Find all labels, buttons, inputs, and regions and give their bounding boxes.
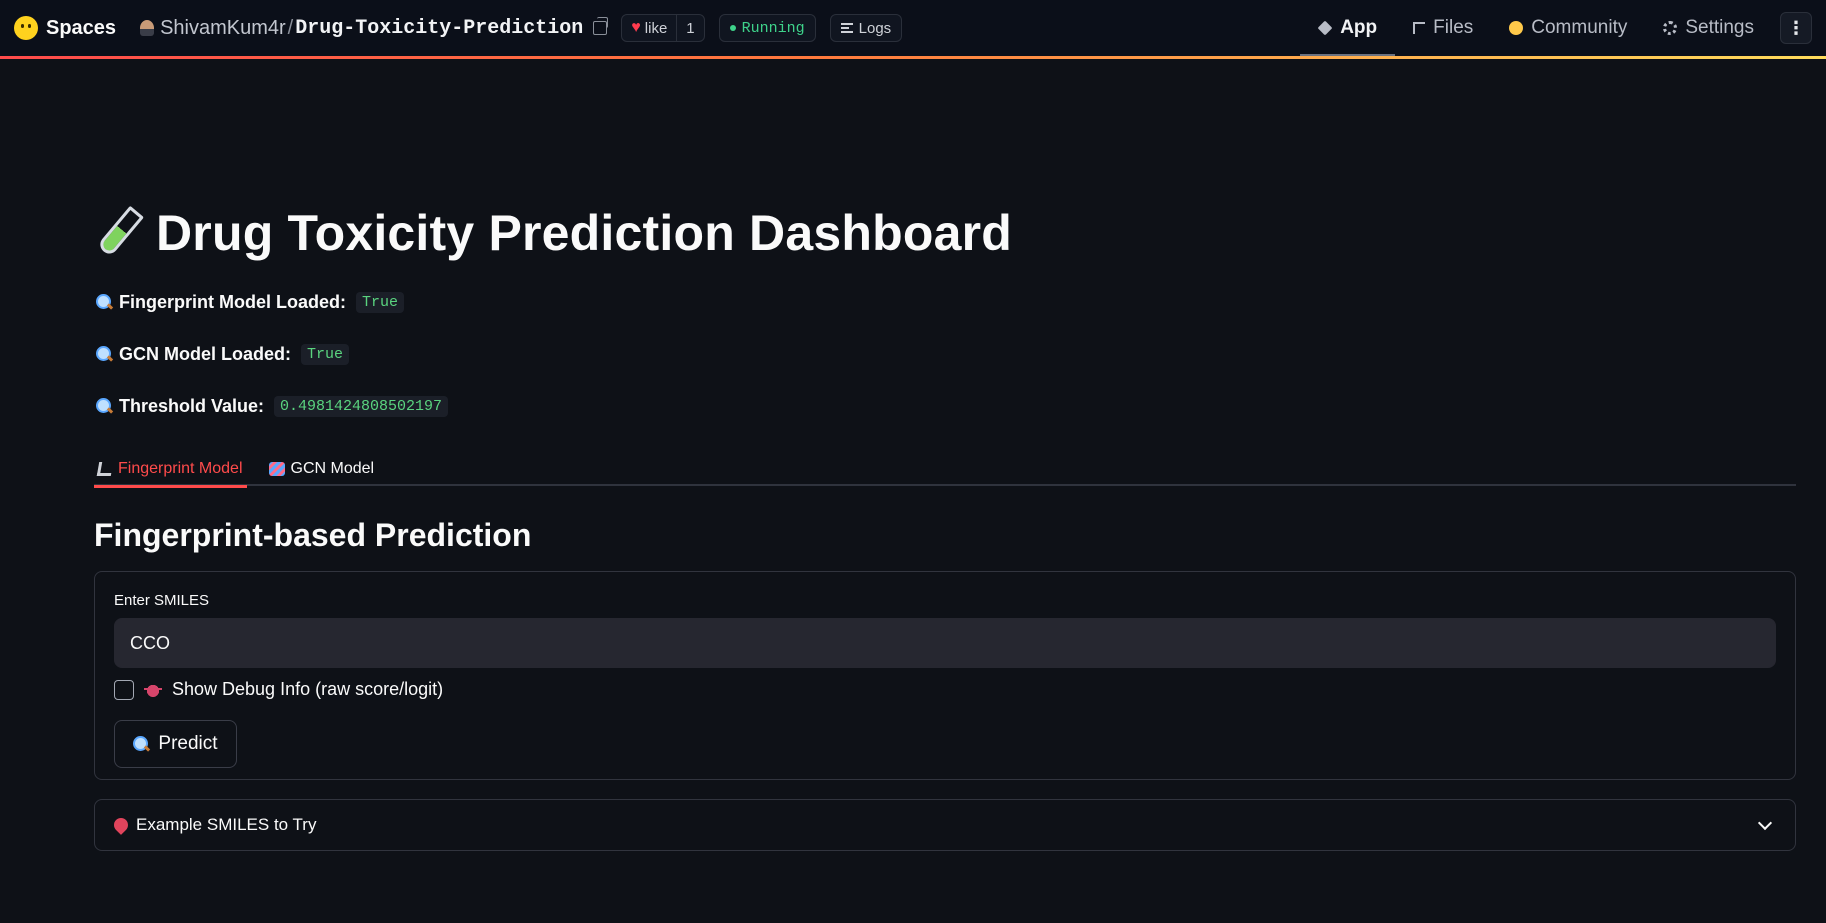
- cube-icon: [1317, 20, 1333, 36]
- section-title: Fingerprint-based Prediction: [94, 517, 532, 553]
- expander-label: Example SMILES to Try: [136, 815, 317, 834]
- status-label: Fingerprint Model Loaded:: [119, 292, 346, 312]
- tab-fingerprint-model[interactable]: Fingerprint Model: [94, 452, 247, 488]
- smiles-input[interactable]: [114, 618, 1776, 668]
- debug-checkbox-label: Show Debug Info (raw score/logit): [172, 679, 444, 699]
- files-icon: [1413, 22, 1426, 34]
- page-title-row: Drug Toxicity Prediction Dashboard: [96, 204, 1012, 262]
- status-label: GCN Model Loaded:: [119, 344, 291, 364]
- logs-button[interactable]: Logs: [829, 14, 903, 42]
- nav-files-label: Files: [1433, 17, 1474, 38]
- nav-app[interactable]: App: [1300, 0, 1396, 56]
- nav-settings-label: Settings: [1685, 17, 1754, 38]
- status-value: True: [356, 292, 405, 313]
- owner-avatar-icon: [140, 20, 155, 36]
- nav-app-label: App: [1340, 17, 1378, 38]
- status-value: 0.4981424808502197: [274, 396, 449, 417]
- nav-files[interactable]: Files: [1395, 0, 1491, 56]
- running-status-label: Running: [741, 19, 805, 37]
- predict-button[interactable]: Predict: [114, 720, 237, 768]
- magnifier-icon: [96, 398, 113, 415]
- model-tabs: Fingerprint Model GCN Model: [94, 452, 1796, 488]
- status-value: True: [301, 344, 350, 365]
- magnifier-icon: [133, 735, 150, 753]
- magnifier-icon: [96, 294, 113, 311]
- bug-icon: [144, 680, 162, 699]
- threshold-status: Threshold Value: 0.4981424808502197: [96, 396, 449, 417]
- like-widget: ♥ like 1: [621, 14, 705, 42]
- debug-checkbox[interactable]: [114, 679, 134, 700]
- test-tube-icon: [86, 199, 151, 266]
- running-status-badge[interactable]: Running: [718, 14, 816, 42]
- predict-button-label: Predict: [158, 733, 218, 754]
- heart-icon: ♥: [631, 19, 641, 36]
- microscope-icon: [96, 462, 114, 476]
- nav-settings[interactable]: Settings: [1645, 0, 1772, 56]
- community-icon: [1509, 21, 1524, 35]
- brand-label: Spaces: [46, 16, 117, 39]
- spaces-home-link[interactable]: Spaces: [14, 16, 116, 40]
- nav-community[interactable]: Community: [1491, 0, 1645, 56]
- gear-icon: [1663, 21, 1678, 35]
- repo-name-link[interactable]: Drug-Toxicity-Prediction: [295, 17, 583, 40]
- page-title: Drug Toxicity Prediction Dashboard: [156, 205, 1012, 261]
- magnifier-icon: [96, 346, 113, 363]
- debug-checkbox-row[interactable]: Show Debug Info (raw score/logit): [114, 679, 443, 700]
- nav-community-label: Community: [1531, 17, 1628, 38]
- like-count[interactable]: 1: [676, 15, 703, 41]
- like-label: like: [644, 19, 668, 37]
- status-dot-icon: [729, 25, 736, 31]
- repo-breadcrumb: ShivamKum4r / Drug-Toxicity-Prediction: [140, 16, 609, 40]
- spaces-header: Spaces ShivamKum4r / Drug-Toxicity-Predi…: [0, 0, 1826, 56]
- tab-gcn-model[interactable]: GCN Model: [265, 452, 379, 486]
- tab-label: Fingerprint Model: [118, 460, 243, 477]
- like-button[interactable]: ♥ like: [622, 19, 676, 37]
- repo-owner-link[interactable]: ShivamKum4r: [160, 17, 286, 40]
- hugging-face-logo-icon: [14, 16, 38, 40]
- repo-separator: /: [287, 16, 294, 39]
- chevron-down-icon: [1757, 815, 1773, 830]
- status-label: Threshold Value:: [119, 396, 265, 416]
- logs-label: Logs: [858, 19, 892, 37]
- example-smiles-expander[interactable]: Example SMILES to Try: [94, 799, 1796, 851]
- prediction-form: Enter SMILES Show Debug Info (raw score/…: [94, 571, 1796, 780]
- logs-icon: [840, 23, 853, 33]
- more-options-button[interactable]: ⋮: [1780, 12, 1812, 44]
- tab-label: GCN Model: [290, 460, 375, 477]
- dna-icon: [268, 462, 285, 476]
- fingerprint-status: Fingerprint Model Loaded: True: [96, 292, 405, 313]
- gcn-status: GCN Model Loaded: True: [96, 344, 350, 365]
- smiles-input-label: Enter SMILES: [114, 592, 210, 609]
- pushpin-icon: [111, 815, 131, 835]
- space-nav: App Files Community Settings ⋮: [1300, 0, 1812, 56]
- copy-icon[interactable]: [593, 17, 609, 35]
- header-gradient-divider: [0, 56, 1826, 59]
